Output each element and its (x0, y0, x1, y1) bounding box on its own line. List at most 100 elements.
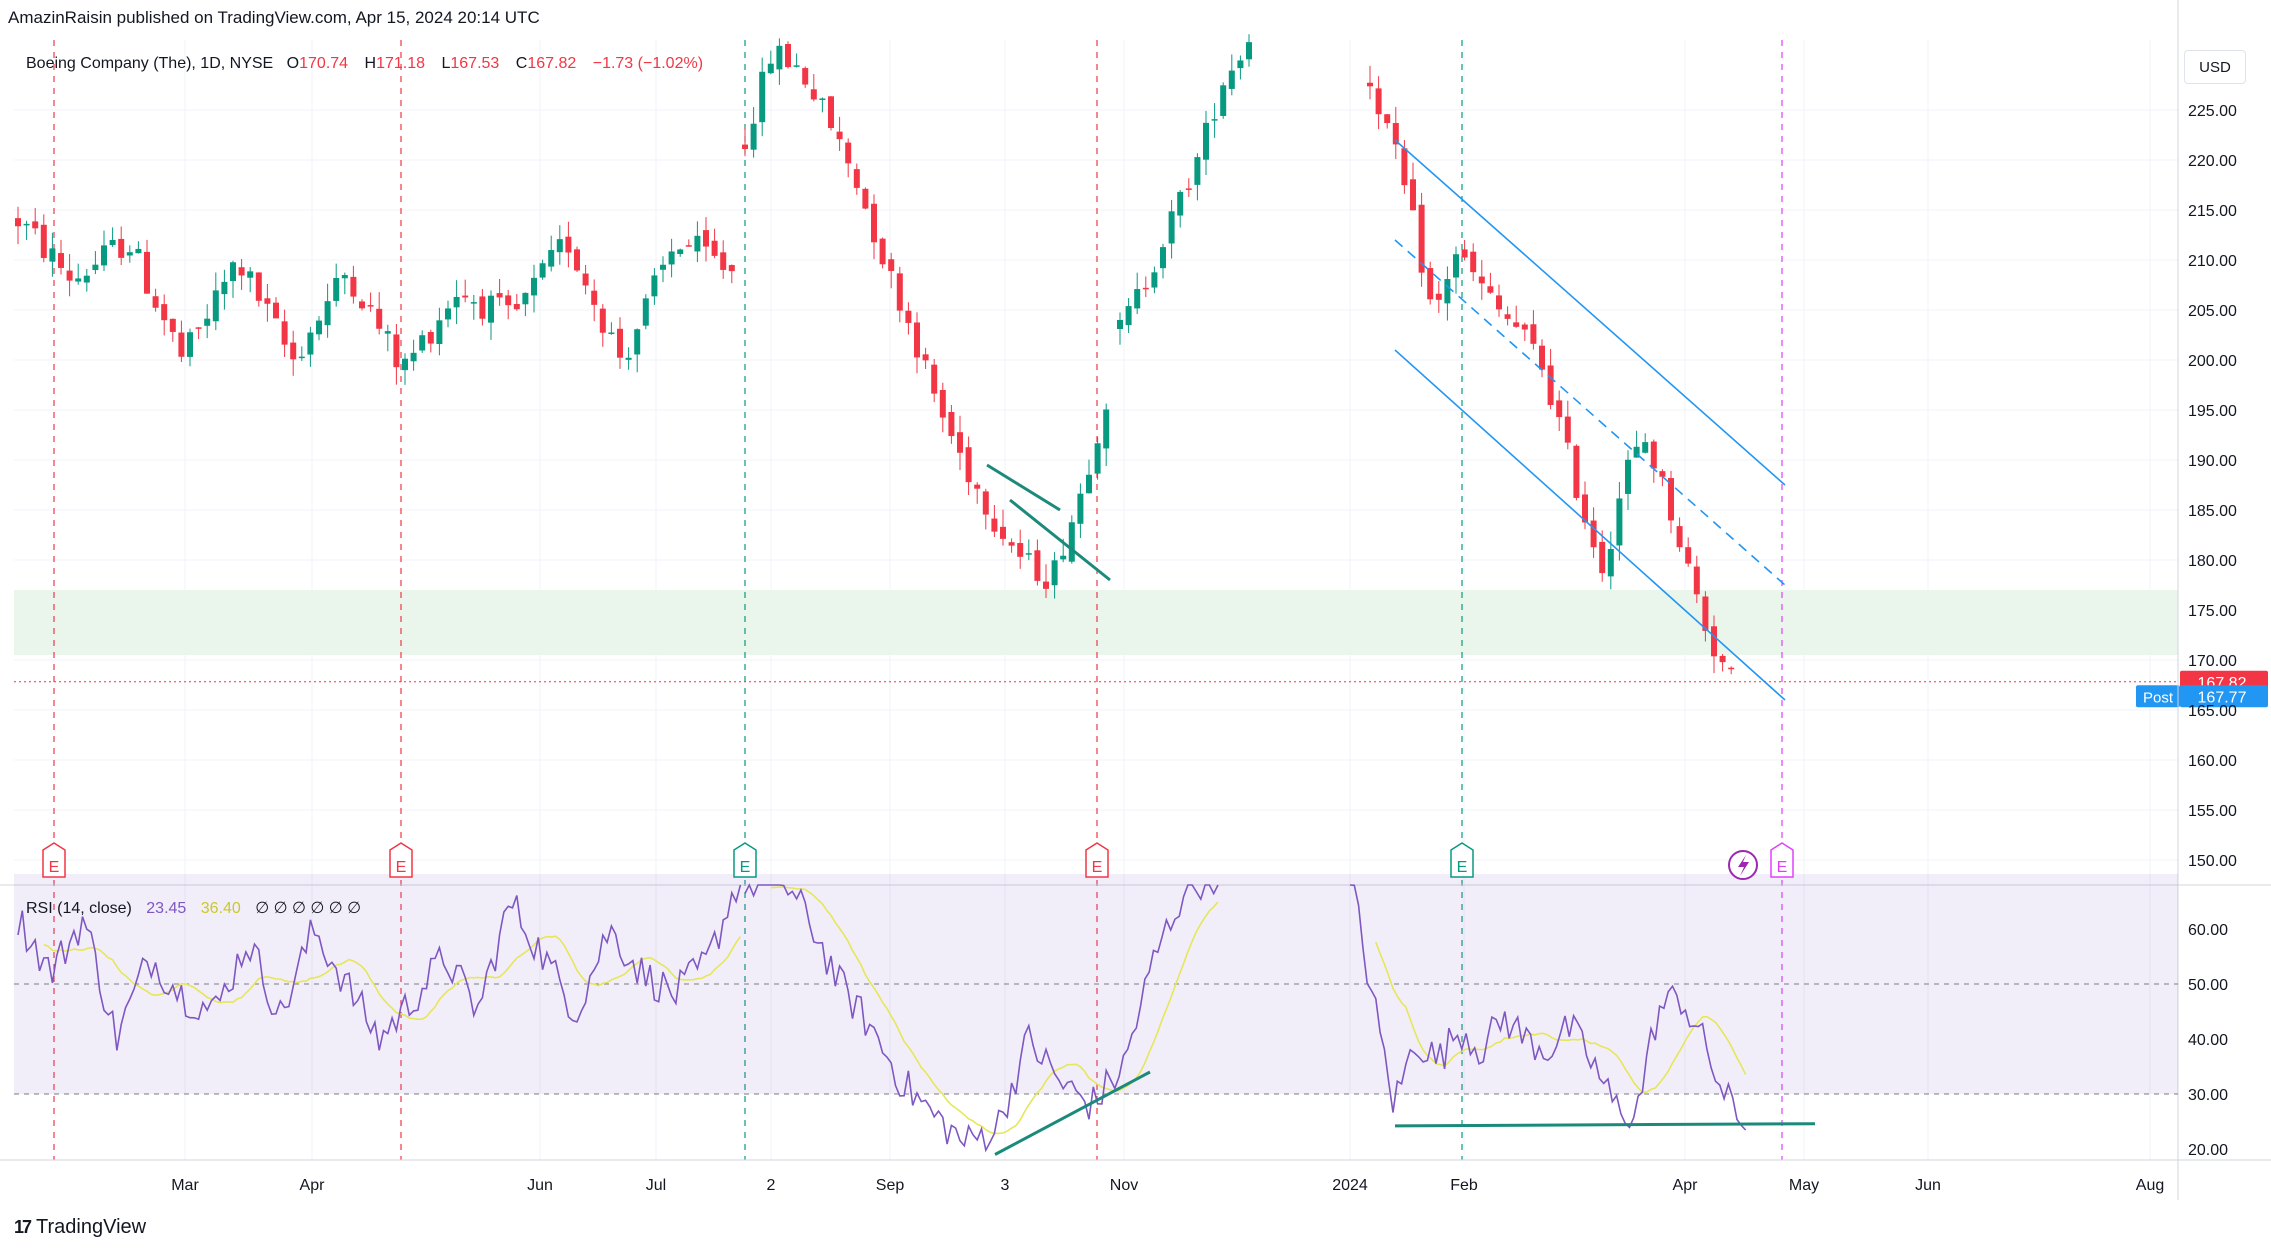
candle (879, 237, 886, 269)
candle (1034, 539, 1041, 586)
candle (694, 221, 701, 263)
candle (548, 235, 555, 272)
candle (161, 294, 168, 336)
earnings-marker-label: E (1777, 859, 1788, 876)
earnings-marker[interactable]: E (42, 842, 66, 878)
candle (1367, 65, 1373, 100)
candle (1392, 106, 1399, 160)
candle (1151, 266, 1158, 294)
channel-middle-line (1394, 239, 1786, 586)
candle (810, 74, 817, 102)
candle (871, 194, 877, 260)
support-zone-rect (14, 590, 2178, 655)
candle (939, 382, 946, 433)
rsi-label: RSI (14, close) (26, 900, 132, 917)
rsi-extra-values: ∅ ∅ ∅ ∅ ∅ ∅ (255, 900, 362, 917)
candle (410, 339, 417, 371)
price-tick-label: 155.00 (2188, 803, 2237, 820)
candle (862, 187, 869, 210)
candle (505, 289, 512, 320)
price-axis[interactable]: 225.00 220.00 215.00 210.00 205.00 200.00 195.… (2177, 0, 2237, 1200)
candle (1427, 261, 1434, 305)
lightning-icon[interactable] (1728, 850, 1758, 880)
candle (1410, 162, 1416, 211)
candle (1375, 76, 1382, 130)
candle (101, 230, 107, 271)
support-zone (14, 590, 2178, 655)
candle (625, 347, 632, 370)
rsi-tick-label: 60.00 (2188, 922, 2228, 939)
candle (264, 283, 271, 322)
earnings-marker[interactable]: E (1770, 842, 1794, 878)
candle (92, 251, 99, 275)
last-price-line: 167.82Post 167.77 (14, 670, 2268, 708)
earnings-marker[interactable]: E (1450, 842, 1474, 878)
chart-canvas[interactable]: 167.82Post 167.77 225.00220.00215.00210.0… (0, 0, 2271, 1255)
candle (642, 294, 649, 330)
earnings-marker[interactable]: E (1085, 842, 1109, 878)
channel-upper-line (1394, 139, 1786, 486)
candle (776, 38, 783, 85)
earnings-marker[interactable]: E (733, 842, 757, 878)
candle (255, 272, 262, 307)
candle (896, 266, 903, 323)
price-tick-label: 185.00 (2188, 503, 2237, 520)
candle (905, 302, 912, 335)
candle (212, 272, 219, 331)
price-tick-label: 225.00 (2188, 103, 2237, 120)
candle (58, 239, 64, 275)
candle (367, 292, 374, 312)
candle (728, 264, 735, 284)
candle (1719, 654, 1726, 672)
price-tick-label: 160.00 (2188, 753, 2237, 770)
price-tick-label: 175.00 (2188, 603, 2237, 620)
candle (1025, 539, 1032, 561)
candle (1117, 312, 1123, 345)
time-tick-label: Jul (646, 1177, 666, 1194)
candle (1625, 450, 1631, 510)
candle (522, 292, 529, 317)
tradingview-logo[interactable]: 17 TradingView (14, 1216, 146, 1239)
candle (599, 304, 606, 347)
high-value: 171.18 (376, 55, 426, 72)
candle (1418, 192, 1425, 287)
price-tick-label: 170.00 (2188, 653, 2237, 670)
candle (178, 320, 185, 363)
time-axis[interactable]: Mar Apr Jun Jul 2 Sep 3 Nov 2024 Feb Apr May Jun Aug (171, 1177, 2164, 1194)
time-tick-label: Sep (876, 1177, 905, 1194)
earnings-marker-label: E (1092, 859, 1103, 876)
candle (1008, 538, 1015, 553)
price-tick-label: 205.00 (2188, 303, 2237, 320)
candle (1077, 483, 1084, 539)
candle (1237, 55, 1244, 80)
candle (922, 347, 929, 369)
candle (419, 330, 426, 353)
time-tick-label: Mar (171, 1177, 199, 1194)
candle (376, 292, 383, 335)
earnings-marker[interactable]: E (389, 842, 413, 878)
candle (1573, 444, 1580, 501)
candle (152, 288, 159, 312)
candle (742, 126, 748, 157)
candle (1444, 266, 1451, 321)
candle (1478, 260, 1485, 300)
candle (247, 267, 254, 293)
time-tick-label: Apr (1673, 1177, 1699, 1194)
svg-text:Post: Post (2143, 689, 2174, 706)
candle (15, 206, 21, 245)
candle (750, 107, 757, 158)
currency-button[interactable]: USD (2184, 50, 2246, 84)
price-trendline (1009, 498, 1111, 582)
candle (1142, 276, 1149, 298)
candle (1160, 243, 1166, 279)
earnings-markers: EEEEEE (42, 842, 1794, 880)
candle (1530, 310, 1537, 350)
price-tick-label: 210.00 (2188, 253, 2237, 270)
candle (453, 280, 460, 325)
candle (470, 294, 477, 320)
candle (238, 259, 245, 290)
time-tick-label: 2024 (1332, 1177, 1368, 1194)
candle (685, 239, 692, 247)
candle (853, 163, 860, 195)
candle (1453, 246, 1459, 294)
